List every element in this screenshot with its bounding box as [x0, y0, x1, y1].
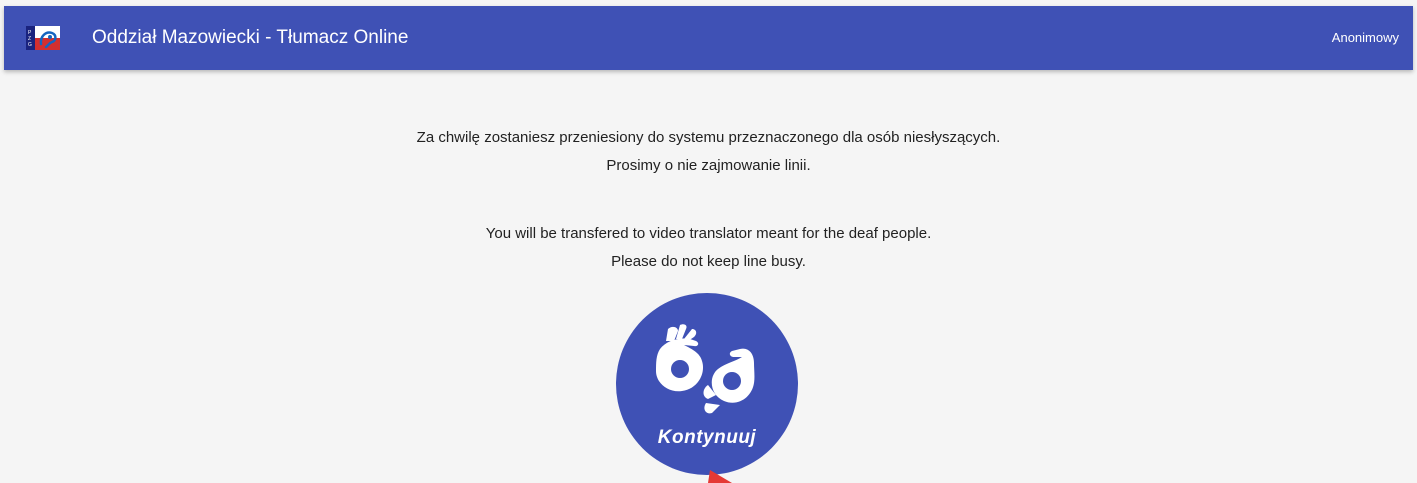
continue-button[interactable]: Kontynuuj	[616, 293, 798, 475]
message-pl-line1: Za chwilę zostaniesz przeniesiony do sys…	[416, 129, 1001, 146]
message-en-line1: You will be transfered to video translat…	[485, 225, 932, 242]
user-menu[interactable]: Anonimowy	[1332, 30, 1399, 46]
red-arrow-cursor-icon	[708, 470, 732, 483]
svg-text:G: G	[28, 42, 32, 48]
app-title: Oddział Mazowiecki - Tłumacz Online	[92, 27, 409, 48]
message-pl-line2: Prosimy o nie zajmowanie linii.	[606, 157, 811, 174]
app-header: P Z G Oddział Mazowiecki - Tłumacz Onlin…	[4, 6, 1413, 70]
continue-button-label: Kontynuuj	[657, 427, 757, 448]
message-en-line2: Please do not keep line busy.	[611, 253, 806, 270]
page: P Z G Oddział Mazowiecki - Tłumacz Onlin…	[0, 0, 1417, 483]
sign-language-hands-icon	[656, 324, 755, 414]
sign-language-logo-icon: P Z G	[26, 26, 60, 50]
